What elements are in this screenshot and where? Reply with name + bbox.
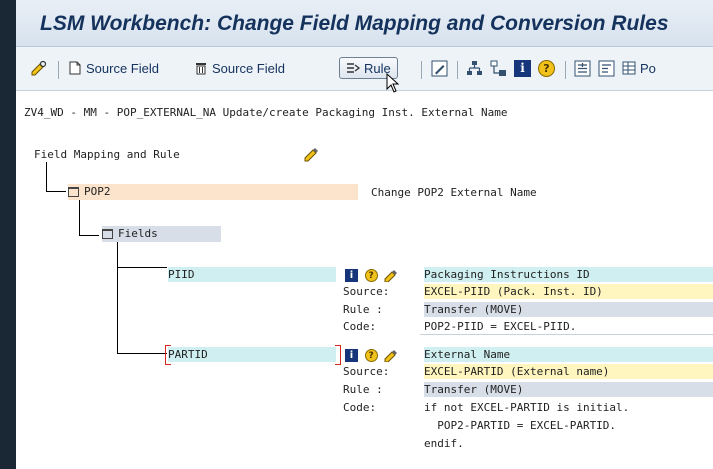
delete-source-field-button[interactable]: Source Field xyxy=(194,57,285,79)
help-icon[interactable]: ? xyxy=(538,60,555,77)
rule-value-text: Transfer (MOVE) xyxy=(424,303,524,316)
field-description: External Name xyxy=(424,347,713,362)
source-value-text: EXCEL-PARTID (External name) xyxy=(424,365,610,378)
create-source-field-button[interactable]: Source Field xyxy=(68,57,159,79)
pencil-icon[interactable] xyxy=(384,349,398,362)
source-value-text: EXCEL-PIID (Pack. Inst. ID) xyxy=(424,285,603,298)
pencil-icon[interactable] xyxy=(384,269,398,282)
delete-source-field-label: Source Field xyxy=(212,60,285,76)
expand-all-icon[interactable] xyxy=(574,60,591,77)
new-document-icon xyxy=(69,61,81,75)
more-toolbar-label: Po xyxy=(640,60,656,76)
fields-label: Fields xyxy=(118,227,158,240)
trash-icon xyxy=(196,63,206,75)
field-node-partid[interactable]: PARTID xyxy=(165,345,341,365)
code-line[interactable]: if not EXCEL-PARTID is initial. xyxy=(424,400,629,415)
tree-connector xyxy=(79,198,80,235)
sap-window: LSM Workbench: Change Field Mapping and … xyxy=(16,0,713,469)
help-icon[interactable]: ? xyxy=(364,348,378,362)
tree-connector xyxy=(46,162,47,191)
field-name: PARTID xyxy=(168,348,208,361)
source-value[interactable]: EXCEL-PARTID (External name) xyxy=(424,364,713,379)
folder-open-icon xyxy=(68,187,79,197)
tree-connector xyxy=(46,191,66,192)
glasses-pencil-icon xyxy=(31,60,47,76)
row-divider xyxy=(420,334,713,335)
fields-node[interactable]: Fields xyxy=(102,226,221,242)
field-node-piid[interactable]: PIID xyxy=(168,267,336,282)
code-line[interactable]: POP2-PIID = EXCEL-PIID. xyxy=(424,319,576,334)
field-description-text: Packaging Instructions ID xyxy=(424,268,590,281)
information-icon[interactable]: i xyxy=(345,268,358,282)
source-key: Source: xyxy=(343,365,390,378)
display-change-button[interactable] xyxy=(30,57,48,79)
information-icon[interactable]: i xyxy=(345,348,358,362)
segment-description: Change POP2 External Name xyxy=(371,186,537,199)
hierarchy-down-icon[interactable] xyxy=(490,60,507,77)
title-bar: LSM Workbench: Change Field Mapping and … xyxy=(16,0,713,47)
mouse-pointer-icon xyxy=(386,73,400,93)
tree-connector xyxy=(117,353,167,354)
create-source-field-label: Source Field xyxy=(86,60,159,76)
window-title: LSM Workbench: Change Field Mapping and … xyxy=(40,12,669,35)
object-header-text: ZV4_WD - MM - POP_EXTERNAL_NA Update/cre… xyxy=(24,106,508,119)
hierarchy-up-icon[interactable] xyxy=(466,60,483,77)
source-value[interactable]: EXCEL-PIID (Pack. Inst. ID) xyxy=(424,284,713,299)
source-key: Source: xyxy=(343,285,390,298)
field-description-text: External Name xyxy=(424,348,511,361)
rule-key: Rule : xyxy=(343,383,383,396)
field-action-icons: i ? xyxy=(345,267,398,282)
help-icon[interactable]: ? xyxy=(364,268,378,282)
rule-value-text: Transfer (MOVE) xyxy=(424,383,524,396)
rule-value[interactable]: Transfer (MOVE) xyxy=(424,382,713,397)
toolbar-separator xyxy=(565,61,566,79)
folder-open-icon xyxy=(102,229,113,239)
code-line[interactable]: POP2-PARTID = EXCEL-PARTID. xyxy=(424,418,616,433)
application-toolbar: Source Field Source Field Rule i ? Po xyxy=(16,47,713,93)
more-toolbar-button[interactable]: Po xyxy=(622,57,656,79)
toolbar-separator xyxy=(58,61,59,79)
field-name: PIID xyxy=(168,268,195,281)
tree-connector xyxy=(117,267,167,268)
selection-bracket-left xyxy=(165,345,171,365)
segment-name: POP2 xyxy=(84,185,111,198)
mapping-editor: ZV4_WD - MM - POP_EXTERNAL_NA Update/cre… xyxy=(16,91,713,469)
segment-node[interactable]: POP2 xyxy=(68,184,358,200)
pencil-icon[interactable] xyxy=(303,146,321,162)
tree-connector xyxy=(117,241,118,353)
edit-icon[interactable] xyxy=(431,60,448,77)
code-key: Code: xyxy=(343,320,377,333)
field-description: Packaging Instructions ID xyxy=(424,267,713,282)
tree-root-label[interactable]: Field Mapping and Rule xyxy=(34,147,180,162)
tree-connector xyxy=(79,235,99,236)
toolbar-separator xyxy=(457,61,458,79)
rule-icon xyxy=(347,63,360,73)
table-icon xyxy=(622,61,636,75)
code-line[interactable]: endif. xyxy=(424,436,464,451)
information-icon[interactable]: i xyxy=(514,60,531,77)
rule-key: Rule : xyxy=(343,303,383,316)
selection-bracket-right xyxy=(335,345,341,365)
toolbar-separator xyxy=(421,61,422,79)
code-key: Code: xyxy=(343,401,377,414)
field-action-icons: i ? xyxy=(345,347,398,362)
rule-value[interactable]: Transfer (MOVE) xyxy=(424,302,713,317)
collapse-all-icon[interactable] xyxy=(598,60,615,77)
